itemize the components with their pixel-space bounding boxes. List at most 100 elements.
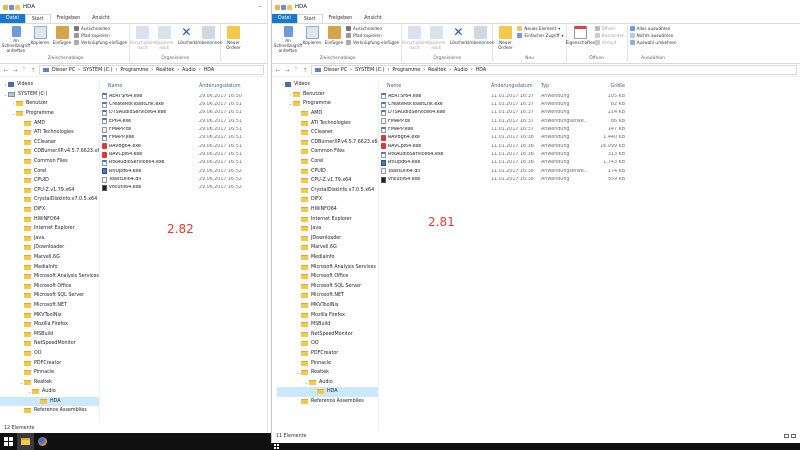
- copy-path-button[interactable]: Pfad kopieren: [346, 32, 399, 38]
- folder-icon[interactable]: [3, 4, 8, 10]
- copy-path-button[interactable]: Pfad kopieren: [74, 32, 127, 38]
- file-row[interactable]: DTSAudioService64.exe 29.06.2017 16:51: [100, 109, 267, 117]
- breadcrumb-realtek[interactable]: Realtek: [156, 68, 174, 73]
- file-row[interactable]: FMAPP.dll 29.06.2017 16:51: [100, 125, 267, 133]
- tab-view[interactable]: Ansicht: [358, 14, 388, 23]
- tree-item[interactable]: AMD: [277, 109, 378, 119]
- breadcrumb-programme[interactable]: Programme: [392, 68, 420, 73]
- tree-item[interactable]: DIFX: [277, 195, 378, 205]
- tree-item[interactable]: AMD: [0, 118, 99, 128]
- folder-icon[interactable]: [275, 4, 280, 10]
- file-row[interactable]: RAVCpl64.exe 11.01.2017 16:38 Anwendung 16.…: [379, 142, 800, 150]
- breadcrumb-this-pc[interactable]: Dieser PC: [324, 68, 347, 73]
- tree-item[interactable]: Pinnacle: [277, 358, 378, 368]
- tree-item[interactable]: NetSpeedMonitor: [0, 339, 99, 349]
- tree-item[interactable]: Internet Explorer: [277, 214, 378, 224]
- start-button[interactable]: [0, 433, 17, 450]
- invert-selection-button[interactable]: Auswahl umkehren: [629, 39, 677, 45]
- tab-home[interactable]: Start: [296, 14, 323, 23]
- tree-item[interactable]: MSBuild: [277, 320, 378, 330]
- tree-item[interactable]: › Benutzer: [277, 90, 378, 100]
- rename-button[interactable]: Umbenennen: [194, 25, 223, 45]
- move-to-button[interactable]: Verschieben nach: [402, 25, 427, 50]
- tree-item[interactable]: Corel: [0, 166, 99, 176]
- forward-arrow-icon[interactable]: →: [284, 67, 290, 74]
- tree-item[interactable]: Microsoft SQL Server: [277, 281, 378, 291]
- new-folder-button[interactable]: Neuer Ordner: [223, 25, 243, 50]
- select-all-button[interactable]: Alles auswählen: [629, 25, 677, 31]
- tree-item[interactable]: DIFX: [0, 205, 99, 215]
- file-row[interactable]: vncutil64.exe 11.01.2017 16:38 Anwendung 55…: [379, 175, 800, 183]
- tree-item[interactable]: › Videos: [277, 80, 378, 90]
- move-to-button[interactable]: Verschieben nach: [130, 25, 155, 50]
- tree-item[interactable]: ⌄ Realtek: [0, 377, 99, 387]
- tree-item[interactable]: Microsoft Analysis Services: [277, 262, 378, 272]
- history-button[interactable]: Verlauf: [594, 39, 625, 45]
- breadcrumb-hda[interactable]: HDA: [476, 68, 487, 73]
- tree-item[interactable]: Microsoft Office: [277, 272, 378, 282]
- copy-to-button[interactable]: Kopieren nach: [426, 25, 446, 50]
- taskbar-explorer-button[interactable]: [17, 433, 34, 450]
- tree-item[interactable]: Reference Assemblies: [0, 406, 99, 416]
- file-row[interactable]: CreateRtkToastLnk.exe 11.01.2017 16:37 Anw…: [379, 100, 800, 108]
- tab-file[interactable]: Datei: [0, 14, 25, 23]
- start-button-right[interactable]: [273, 443, 280, 450]
- tab-file[interactable]: Datei: [272, 14, 297, 23]
- column-date[interactable]: Änderungsdatum: [491, 84, 541, 89]
- file-row[interactable]: RtkAudioService64.exe 11.01.2017 16:38 Anw…: [379, 150, 800, 158]
- tree-item[interactable]: Microsoft Analysis Services: [0, 272, 99, 282]
- new-item-button[interactable]: Neues Element ▾: [517, 25, 563, 31]
- recent-chevron-icon[interactable]: ˅: [293, 67, 299, 74]
- edit-button[interactable]: Bearbeiten: [594, 32, 625, 38]
- select-none-button[interactable]: Nichts auswählen: [629, 32, 677, 38]
- tree-item[interactable]: PDFCreator: [0, 358, 99, 368]
- paste-button[interactable]: Einfügen: [52, 25, 72, 45]
- tree-item[interactable]: Common Files: [0, 157, 99, 167]
- tree-item[interactable]: MKVToolNix: [0, 310, 99, 320]
- minimize-button[interactable]: –: [253, 0, 267, 14]
- tree-item[interactable]: NetSpeedMonitor: [277, 329, 378, 339]
- breadcrumb-realtek[interactable]: Realtek: [428, 68, 446, 73]
- tree-item[interactable]: Mozilla Firefox: [0, 320, 99, 330]
- back-arrow-icon[interactable]: ←: [3, 67, 9, 74]
- new-folder-button[interactable]: Neuer Ordner: [495, 25, 515, 50]
- easy-access-button[interactable]: Einfacher Zugriff ▾: [517, 32, 564, 38]
- tree-item[interactable]: HDA: [0, 396, 99, 407]
- paste-shortcut-button[interactable]: Verknüpfung einfügen: [74, 39, 127, 45]
- paste-shortcut-button[interactable]: Verknüpfung einfügen: [346, 39, 399, 45]
- tree-item[interactable]: CPUID: [277, 166, 378, 176]
- tree-item[interactable]: ⌄ SYSTEM (C:): [0, 90, 99, 100]
- tree-item[interactable]: HDA: [277, 387, 378, 397]
- breadcrumb-system[interactable]: SYSTEM (C:): [355, 68, 384, 73]
- tab-share[interactable]: Freigeben: [51, 14, 87, 23]
- address-bar[interactable]: Dieser PC › SYSTEM (C:) › Programme › Realt…: [311, 65, 797, 75]
- file-row[interactable]: ToastDll64.dll 11.01.2017 16:38 Anwendungs…: [379, 167, 800, 175]
- tree-item[interactable]: OO: [0, 349, 99, 359]
- tree-item[interactable]: CCleaner: [277, 128, 378, 138]
- tree-item[interactable]: PDFCreator: [277, 349, 378, 359]
- file-row[interactable]: RAVBg64.exe 11.01.2017 16:38 Anwendung 1.44…: [379, 134, 800, 142]
- tree-item[interactable]: Marvell.6G: [0, 253, 99, 263]
- tree-item[interactable]: ⌄ Programme: [0, 109, 99, 119]
- column-name[interactable]: Name: [381, 84, 491, 89]
- cut-button[interactable]: Ausschneiden: [346, 25, 399, 31]
- tree-item[interactable]: ATI Technologies: [277, 118, 378, 128]
- tree-item[interactable]: Microsoft SQL Server: [0, 291, 99, 301]
- file-row[interactable]: FMAPP.exe 29.06.2017 16:51: [100, 134, 267, 142]
- paste-button[interactable]: Einfügen: [324, 25, 344, 45]
- tree-item[interactable]: MSBuild: [0, 329, 99, 339]
- file-row[interactable]: DTSAudioService64.exe 11.01.2017 16:37 Anw…: [379, 109, 800, 117]
- tree-item[interactable]: OO: [277, 339, 378, 349]
- file-row[interactable]: vncutil64.exe 29.06.2017 16:52: [100, 184, 267, 192]
- tree-item[interactable]: ⌄ Audio: [0, 387, 99, 397]
- open-button[interactable]: Öffnen: [594, 25, 625, 31]
- tree-item[interactable]: CPU-Z.v1.79.x64: [0, 186, 99, 196]
- tree-item[interactable]: ⌄ Audio: [277, 377, 378, 387]
- rename-button[interactable]: Umbenennen: [466, 25, 495, 45]
- file-row[interactable]: FMAPP.dll 11.01.2017 16:37 Anwendungserwe.…: [379, 117, 800, 125]
- details-view-icon[interactable]: [784, 434, 789, 438]
- back-arrow-icon[interactable]: ←: [275, 67, 281, 74]
- file-row[interactable]: FMAPP.exe 11.01.2017 16:37 Anwendung 147 KB: [379, 125, 800, 133]
- tree-item[interactable]: Reference Assemblies: [277, 397, 378, 407]
- tree-item[interactable]: CCleaner: [0, 138, 99, 148]
